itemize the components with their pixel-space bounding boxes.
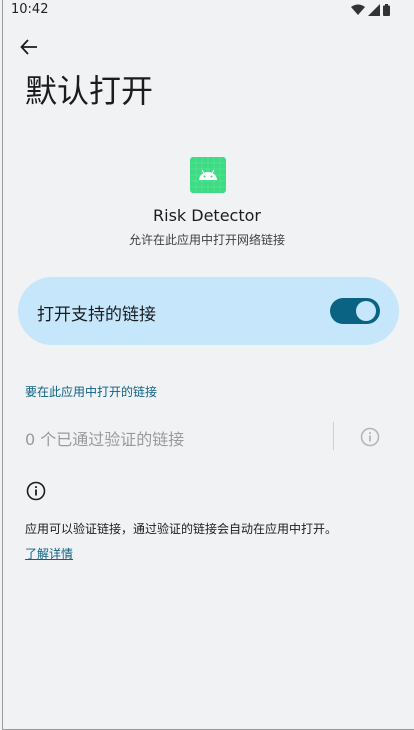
- page-title: 默认打开: [25, 72, 154, 110]
- verified-links-label: 0 个已通过验证的链接: [25, 430, 185, 449]
- switch-thumb: [356, 301, 376, 321]
- wifi-icon: [351, 4, 365, 15]
- status-bar: 10:42: [0, 0, 414, 22]
- learn-more-link[interactable]: 了解详情: [25, 545, 73, 562]
- back-button[interactable]: [16, 34, 42, 60]
- open-supported-links-card[interactable]: 打开支持的链接: [18, 277, 399, 345]
- frame-border-left: [2, 0, 3, 730]
- battery-icon: [383, 4, 390, 16]
- signal-icon: [368, 4, 380, 16]
- open-supported-links-switch[interactable]: [330, 298, 380, 324]
- app-name: Risk Detector: [153, 206, 261, 225]
- arrow-back-icon: [20, 39, 37, 55]
- verified-links-row: 0 个已通过验证的链接: [25, 422, 385, 452]
- app-description: 允许在此应用中打开网络链接: [128, 233, 285, 247]
- status-time: 10:42: [11, 2, 49, 17]
- status-icons: [351, 4, 390, 16]
- info-icon[interactable]: [359, 426, 381, 448]
- links-section-header: 要在此应用中打开的链接: [25, 385, 158, 399]
- info-description: 应用可以验证链接，通过验证的链接会自动在应用中打开。: [25, 522, 338, 536]
- vertical-divider: [333, 422, 334, 450]
- android-app-icon: [190, 157, 226, 193]
- open-supported-links-label: 打开支持的链接: [37, 305, 156, 325]
- info-icon: [26, 481, 46, 501]
